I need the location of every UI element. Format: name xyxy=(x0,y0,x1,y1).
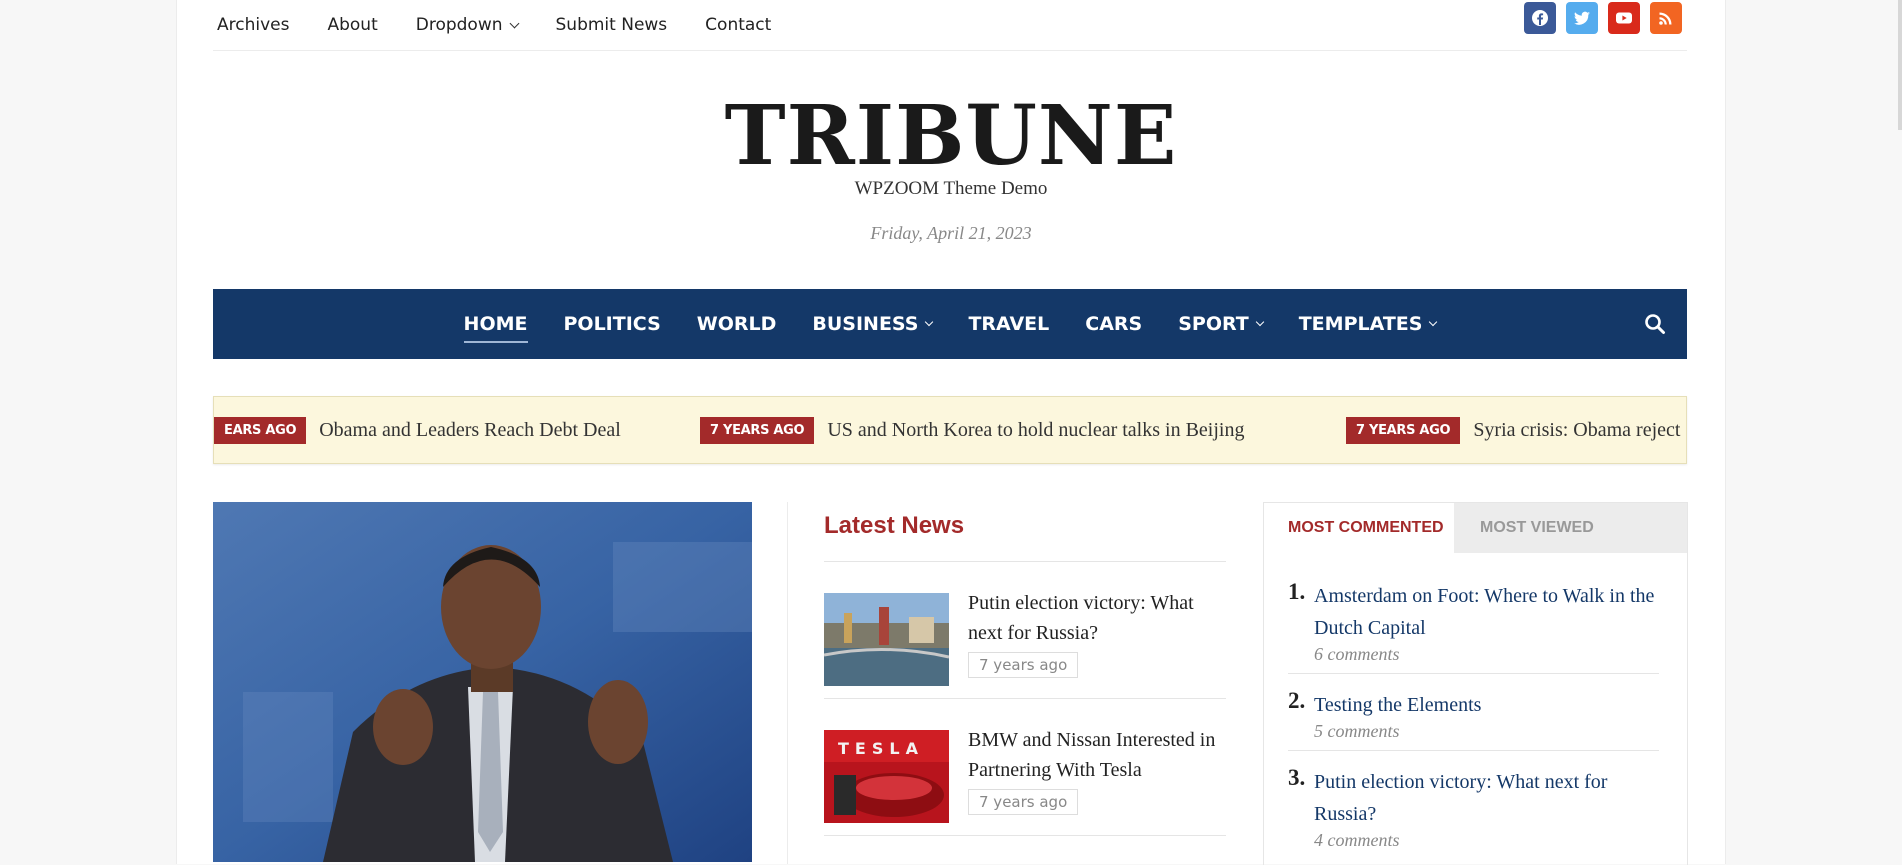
comment-count: 5 comments xyxy=(1314,721,1400,741)
chevron-down-icon xyxy=(1429,317,1438,327)
main-nav-templates-label: TEMPLATES xyxy=(1298,313,1423,335)
ticker-time-badge: 7 YEARS AGO xyxy=(700,416,815,444)
site-tagline: WPZOOM Theme Demo xyxy=(854,178,1048,199)
ticker-item[interactable]: 7 YEARS AGO US and North Korea to hold n… xyxy=(700,397,1244,463)
list-item[interactable]: Putin election victory: What next for Ru… xyxy=(824,562,1226,699)
current-date: Friday, April 21, 2023 xyxy=(870,223,1032,243)
news-thumbnail[interactable]: TESLA xyxy=(824,730,949,823)
chevron-down-icon xyxy=(1255,317,1264,327)
site-logo[interactable]: TRIBUNE xyxy=(177,88,1725,184)
main-nav-templates[interactable]: TEMPLATES xyxy=(1298,289,1438,359)
main-nav-world[interactable]: WORLD xyxy=(697,289,777,359)
rss-icon[interactable] xyxy=(1650,2,1682,34)
top-nav-dropdown-label: Dropdown xyxy=(415,15,503,35)
chevron-down-icon xyxy=(509,18,519,28)
main-nav-politics[interactable]: POLITICS xyxy=(564,289,661,359)
main-nav-sport-label: SPORT xyxy=(1178,313,1249,335)
ticker-title: Obama and Leaders Reach Debt Deal xyxy=(319,418,621,441)
main-nav-travel[interactable]: TRAVEL xyxy=(968,289,1049,359)
list-item[interactable]: 2. Testing the Elements 5 comments xyxy=(1288,674,1659,751)
news-title[interactable]: BMW and Nissan Interested in Partnering … xyxy=(968,725,1226,785)
social-links xyxy=(1524,2,1682,34)
list-item[interactable]: 1. Amsterdam on Foot: Where to Walk in t… xyxy=(1288,553,1659,674)
news-title[interactable]: Putin election victory: What next for Ru… xyxy=(968,588,1226,648)
twitter-icon[interactable] xyxy=(1566,2,1598,34)
latest-news-heading: Latest News xyxy=(824,512,1226,562)
main-nav-home[interactable]: HOME xyxy=(463,289,528,359)
chevron-down-icon xyxy=(925,317,934,327)
featured-image[interactable] xyxy=(213,502,752,862)
main-nav-cars[interactable]: CARS xyxy=(1085,289,1142,359)
popular-title[interactable]: Putin election victory: What next for Ru… xyxy=(1314,766,1659,830)
news-timestamp: 7 years ago xyxy=(968,789,1079,815)
latest-news-section: Latest News Putin election victory: What… xyxy=(824,502,1226,836)
tab-most-commented[interactable]: MOST COMMENTED xyxy=(1264,503,1454,553)
top-nav-dropdown[interactable]: Dropdown xyxy=(415,15,519,35)
comment-count: 6 comments xyxy=(1314,644,1400,664)
popular-title[interactable]: Amsterdam on Foot: Where to Walk in the … xyxy=(1314,580,1659,644)
top-nav-contact[interactable]: Contact xyxy=(705,15,771,35)
rank-number: 1. xyxy=(1288,579,1306,604)
ticker-time-badge: EARS AGO xyxy=(214,416,307,444)
widget-tabs: MOST COMMENTED MOST VIEWED xyxy=(1264,503,1687,553)
rank-number: 3. xyxy=(1288,765,1306,790)
main-nav: HOME POLITICS WORLD BUSINESS TRAVEL CARS… xyxy=(213,289,1687,359)
ticker-item[interactable]: 7 YEARS AGO Syria crisis: Obama reject xyxy=(1346,397,1680,463)
ticker-time-badge: 7 YEARS AGO xyxy=(1346,416,1461,444)
top-bar: Archives About Dropdown Submit News Cont… xyxy=(213,0,1687,51)
top-nav-archives[interactable]: Archives xyxy=(217,15,289,35)
svg-text:TESLA: TESLA xyxy=(838,739,924,758)
top-nav-about[interactable]: About xyxy=(327,15,377,35)
column-divider xyxy=(787,502,788,864)
comment-count: 4 comments xyxy=(1314,830,1400,850)
top-nav: Archives About Dropdown Submit News Cont… xyxy=(213,0,809,50)
news-timestamp: 7 years ago xyxy=(968,652,1079,678)
page-container: Archives About Dropdown Submit News Cont… xyxy=(176,0,1726,865)
main-nav-business-label: BUSINESS xyxy=(812,313,919,335)
main-nav-business[interactable]: BUSINESS xyxy=(812,289,934,359)
ticker-item[interactable]: EARS AGO Obama and Leaders Reach Debt De… xyxy=(214,397,621,463)
list-item[interactable]: 3. Putin election victory: What next for… xyxy=(1288,751,1659,859)
scrollbar-edge[interactable] xyxy=(1898,0,1902,130)
tab-most-viewed[interactable]: MOST VIEWED xyxy=(1454,503,1687,553)
rank-number: 2. xyxy=(1288,688,1306,713)
popular-list: 1. Amsterdam on Foot: Where to Walk in t… xyxy=(1264,553,1687,859)
youtube-icon[interactable] xyxy=(1608,2,1640,34)
popular-title[interactable]: Testing the Elements xyxy=(1314,689,1659,721)
breaking-news-ticker: EARS AGO Obama and Leaders Reach Debt De… xyxy=(213,396,1687,464)
main-nav-sport[interactable]: SPORT xyxy=(1178,289,1264,359)
top-nav-submit-news[interactable]: Submit News xyxy=(556,15,668,35)
list-item[interactable]: TESLA BMW and Nissan Interested in Partn… xyxy=(824,699,1226,836)
ticker-title: US and North Korea to hold nuclear talks… xyxy=(827,418,1245,441)
popular-posts-widget: MOST COMMENTED MOST VIEWED 1. Amsterdam … xyxy=(1263,502,1688,865)
search-icon[interactable] xyxy=(1643,312,1667,336)
facebook-icon[interactable] xyxy=(1524,2,1556,34)
ticker-title: Syria crisis: Obama reject xyxy=(1473,418,1681,441)
news-thumbnail[interactable] xyxy=(824,593,949,686)
